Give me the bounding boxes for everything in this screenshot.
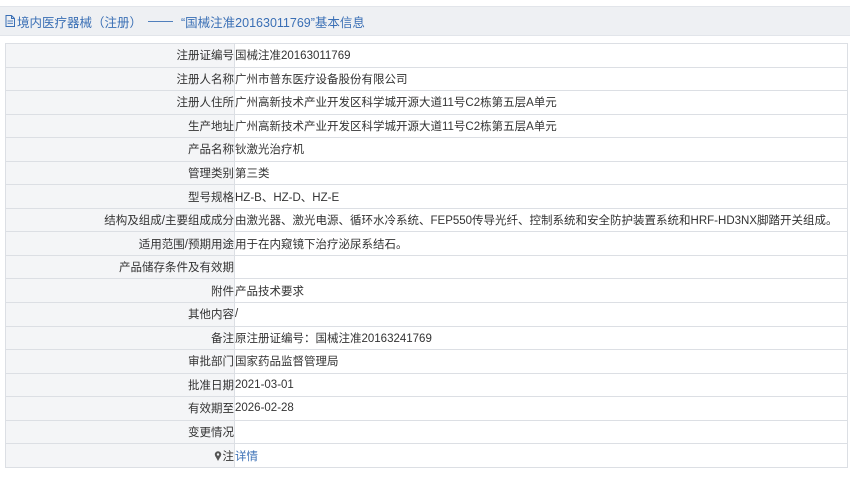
table-row: 型号规格 HZ-B、HZ-D、HZ-E — [5, 184, 848, 209]
row-label: 审批部门 — [5, 349, 235, 374]
row-label: 型号规格 — [5, 184, 235, 209]
table-row: 注册人住所 广州高新技术产业开发区科学城开源大道11号C2栋第五层A单元 — [5, 90, 848, 115]
row-label: 有效期至 — [5, 396, 235, 421]
table-row: 生产地址 广州高新技术产业开发区科学城开源大道11号C2栋第五层A单元 — [5, 113, 848, 139]
table-row: 附件 产品技术要求 — [5, 278, 848, 304]
table-row: 其他内容 / — [5, 302, 848, 327]
pin-icon — [214, 450, 221, 461]
row-value: 广州高新技术产业开发区科学城开源大道11号C2栋第五层A单元 — [234, 113, 848, 139]
header-section: 境内医疗器械（注册） — [17, 15, 143, 30]
table-row: 批准日期 2021-03-01 — [5, 372, 848, 398]
details-link[interactable]: 详情 — [236, 451, 259, 463]
page-header: 境内医疗器械（注册） —— “国械注准20163011769”基本信息 — [0, 6, 850, 36]
note-value-cell: 详情 — [234, 443, 848, 468]
table-row: 变更情况 — [5, 419, 848, 445]
table-row: 产品名称 钬激光治疗机 — [5, 137, 848, 162]
table-row: 注册证编号 国械注准20163011769 — [5, 43, 848, 68]
row-value: 国家药品监督管理局 — [234, 349, 848, 374]
row-value: HZ-B、HZ-D、HZ-E — [234, 184, 848, 209]
row-value: 广州高新技术产业开发区科学城开源大道11号C2栋第五层A单元 — [234, 90, 848, 115]
row-label: 注册人名称 — [5, 66, 235, 92]
table-row: 备注 原注册证编号：国械注准20163241769 — [5, 325, 848, 351]
row-value: 由激光器、激光电源、循环水冷系统、FEP550传导光纤、控制系统和安全防护装置系… — [234, 207, 848, 233]
row-value: 广州市普东医疗设备股份有限公司 — [234, 66, 848, 92]
row-label: 生产地址 — [5, 113, 235, 139]
row-value: 钬激光治疗机 — [234, 137, 848, 162]
row-value — [234, 254, 848, 280]
row-value: 2026-02-28 — [234, 396, 848, 421]
row-value — [234, 419, 848, 445]
row-value: 产品技术要求 — [234, 278, 848, 304]
row-label: 产品储存条件及有效期 — [5, 254, 235, 280]
row-value: 国械注准20163011769 — [234, 43, 848, 68]
row-label: 附件 — [5, 278, 235, 304]
table-row: 结构及组成/主要组成成分 由激光器、激光电源、循环水冷系统、FEP550传导光纤、… — [5, 207, 848, 233]
row-label: 结构及组成/主要组成成分 — [5, 207, 235, 233]
row-label: 产品名称 — [5, 137, 235, 162]
row-label: 备注 — [5, 325, 235, 351]
note-label-cell: 注 — [5, 443, 235, 468]
row-label: 适用范围/预期用途 — [5, 231, 235, 256]
table-row: 有效期至 2026-02-28 — [5, 396, 848, 421]
row-value: 2021-03-01 — [234, 372, 848, 398]
table-row: 适用范围/预期用途 用于在内窥镜下治疗泌尿系结石。 — [5, 231, 848, 256]
info-table: 注册证编号 国械注准20163011769 注册人名称 广州市普东医疗设备股份有限公司… — [5, 43, 848, 468]
table-row: 审批部门 国家药品监督管理局 — [5, 349, 848, 374]
header-title: “国械注准20163011769”基本信息 — [181, 15, 365, 30]
row-label: 管理类别 — [5, 160, 235, 186]
row-value: / — [234, 302, 848, 327]
table-row: 管理类别 第三类 — [5, 160, 848, 186]
row-label: 批准日期 — [5, 372, 235, 398]
note-label: 注 — [222, 450, 234, 463]
row-value: 用于在内窥镜下治疗泌尿系结石。 — [234, 231, 848, 256]
table-row: 产品储存条件及有效期 — [5, 254, 848, 280]
header-separator: —— — [148, 14, 174, 28]
document-icon — [5, 15, 15, 27]
row-label: 其他内容 — [5, 302, 235, 327]
row-value: 第三类 — [234, 160, 848, 186]
row-value: 原注册证编号：国械注准20163241769 — [234, 325, 848, 351]
table-row: 注册人名称 广州市普东医疗设备股份有限公司 — [5, 66, 848, 92]
row-label: 注册人住所 — [5, 90, 235, 115]
row-label: 注册证编号 — [5, 43, 235, 68]
note-row: 注详情 — [5, 443, 848, 468]
row-label: 变更情况 — [5, 419, 235, 445]
